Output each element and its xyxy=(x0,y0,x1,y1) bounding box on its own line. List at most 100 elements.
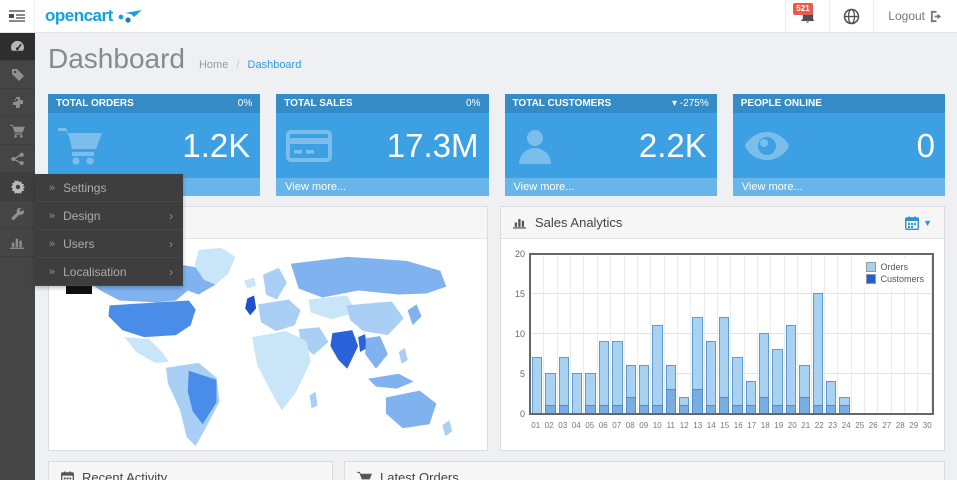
menu-toggle-button[interactable] xyxy=(0,0,35,32)
opencart-logo[interactable]: opencart xyxy=(35,0,785,32)
tile-change: 0% xyxy=(238,98,252,109)
chart-column xyxy=(731,255,744,413)
chart-column xyxy=(638,255,651,413)
recent-activity-title: Recent Activity xyxy=(82,470,167,480)
orders-bar xyxy=(532,357,542,413)
legend-swatch-customers xyxy=(866,274,876,284)
tile-people-online: PEOPLE ONLINE 0 View more... xyxy=(733,94,945,196)
customers-bar xyxy=(786,405,796,413)
tile-title: TOTAL CUSTOMERS xyxy=(513,98,612,109)
x-tick-label: 30 xyxy=(921,421,935,430)
chart-y-axis: 05101520 xyxy=(511,253,527,415)
x-tick-label: 08 xyxy=(624,421,638,430)
sidebar-item-extensions[interactable] xyxy=(0,89,35,117)
x-tick-label: 14 xyxy=(705,421,719,430)
bar-chart-icon xyxy=(10,236,25,249)
chart-column xyxy=(584,255,597,413)
orders-bar xyxy=(772,349,782,413)
sales-analytics-heading: Sales Analytics ▼ xyxy=(501,207,944,239)
x-tick-label: 22 xyxy=(813,421,827,430)
customers-bar xyxy=(746,405,756,413)
customers-bar xyxy=(626,397,636,413)
orders-bar xyxy=(652,325,662,413)
logout-icon xyxy=(930,10,943,23)
user-icon xyxy=(515,126,555,166)
gauge-icon xyxy=(10,40,25,53)
sidebar-nav xyxy=(0,33,35,480)
customers-bar xyxy=(719,397,729,413)
sidebar-item-sales[interactable] xyxy=(0,117,35,145)
x-tick-label: 23 xyxy=(826,421,840,430)
view-more-link[interactable]: View more... xyxy=(276,178,488,196)
breadcrumb-home[interactable]: Home xyxy=(199,59,228,71)
chart-column xyxy=(758,255,771,413)
chart-column xyxy=(785,255,798,413)
chevron-right-icon: › xyxy=(169,209,173,223)
sidebar-item-catalog[interactable] xyxy=(0,61,35,89)
legend-orders: Orders xyxy=(866,262,924,272)
tile-value: 17.3M xyxy=(387,127,479,165)
view-more-link[interactable]: View more... xyxy=(505,178,717,196)
chevron-right-icon: › xyxy=(169,237,173,251)
cart-icon xyxy=(10,124,25,138)
sidebar-item-system[interactable] xyxy=(0,173,35,201)
y-tick-label: 0 xyxy=(520,409,525,419)
legend-label: Customers xyxy=(880,274,924,284)
stores-button[interactable] xyxy=(829,0,873,32)
x-tick-label: 07 xyxy=(610,421,624,430)
latest-orders-title: Latest Orders xyxy=(380,470,459,480)
breadcrumb-current[interactable]: Dashboard xyxy=(248,59,302,71)
tile-title: TOTAL SALES xyxy=(284,98,352,109)
submenu-item-settings[interactable]: » Settings xyxy=(35,174,183,202)
notification-badge: 521 xyxy=(793,3,812,15)
calendar-icon xyxy=(61,471,74,480)
notifications-button[interactable]: 521 xyxy=(785,0,829,32)
x-tick-label: 03 xyxy=(556,421,570,430)
orders-bar xyxy=(612,341,622,413)
customers-bar xyxy=(732,405,742,413)
x-tick-label: 18 xyxy=(759,421,773,430)
date-range-button[interactable]: ▼ xyxy=(905,216,932,230)
sidebar-item-marketing[interactable] xyxy=(0,145,35,173)
submenu-item-users[interactable]: » Users › xyxy=(35,230,183,258)
customers-bar xyxy=(839,405,849,413)
chart-column xyxy=(691,255,704,413)
sidebar-item-reports[interactable] xyxy=(0,229,35,257)
customers-bar xyxy=(639,405,649,413)
submenu-item-design[interactable]: » Design › xyxy=(35,202,183,230)
opencart-cart-icon xyxy=(117,8,143,24)
breadcrumb-separator: / xyxy=(236,59,239,71)
customers-bar xyxy=(799,397,809,413)
orders-bar xyxy=(599,341,609,413)
submenu-item-label: Settings xyxy=(63,181,165,195)
sales-analytics-title: Sales Analytics xyxy=(535,215,622,230)
x-tick-label: 17 xyxy=(745,421,759,430)
logout-button[interactable]: Logout xyxy=(873,0,957,32)
view-more-link[interactable]: View more... xyxy=(733,178,945,196)
chart-x-axis: 0102030405060708091011121314151617181920… xyxy=(529,421,934,430)
customers-bar xyxy=(813,405,823,413)
submenu-item-localisation[interactable]: » Localisation › xyxy=(35,258,183,286)
latest-orders-heading: Latest Orders xyxy=(345,462,944,480)
chart-column xyxy=(544,255,557,413)
double-chevron-icon: » xyxy=(49,238,55,250)
chart-column xyxy=(611,255,624,413)
tile-total-customers: TOTAL CUSTOMERS ▾ -275% 2.2K View more..… xyxy=(505,94,717,196)
globe-icon xyxy=(843,8,860,25)
submenu-overflow-tab xyxy=(66,286,92,294)
orders-bar xyxy=(813,293,823,413)
share-icon xyxy=(11,152,24,166)
x-tick-label: 11 xyxy=(664,421,678,430)
customers-bar xyxy=(559,405,569,413)
x-tick-label: 26 xyxy=(867,421,881,430)
x-tick-label: 29 xyxy=(907,421,921,430)
tile-change: 0% xyxy=(466,98,480,109)
x-tick-label: 25 xyxy=(853,421,867,430)
legend-customers: Customers xyxy=(866,274,924,284)
credit-card-icon xyxy=(286,128,332,164)
chart-column xyxy=(718,255,731,413)
chart-column xyxy=(771,255,784,413)
sidebar-item-dashboard[interactable] xyxy=(0,33,35,61)
sidebar-item-tools[interactable] xyxy=(0,201,35,229)
chart-column xyxy=(571,255,584,413)
